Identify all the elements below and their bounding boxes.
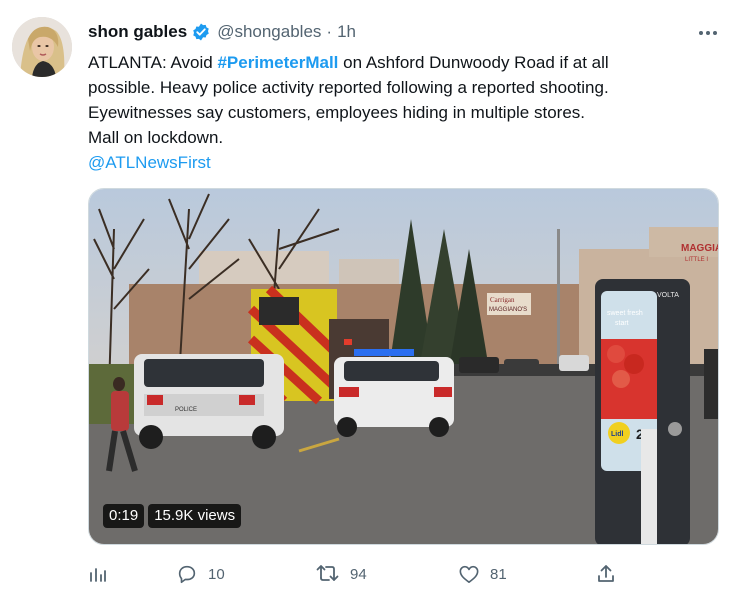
author-name[interactable]: shon gables (88, 22, 187, 42)
tweet-text-line-3: Eyewitnesses say customers, employees hi… (88, 103, 585, 122)
tweet-text: ATLANTA: Avoid #PerimeterMall on Ashford… (88, 50, 708, 175)
avatar[interactable] (12, 17, 72, 77)
tweet-text-line-2: possible. Heavy police activity reported… (88, 78, 609, 97)
mention-link[interactable]: @ATLNewsFirst (88, 150, 708, 175)
tweet-card[interactable]: shon gables @shongables · 1h ATLANTA: Av… (0, 0, 747, 593)
heart-icon (458, 564, 480, 584)
speech-bubble-icon (176, 563, 198, 585)
more-options-button[interactable] (694, 20, 722, 44)
retweet-count: 94 (350, 565, 367, 583)
tweet-text-suffix: on Ashford Dunwoody Road if at all (338, 53, 609, 72)
verified-badge-icon (191, 22, 211, 42)
video-frame: MAGGIA LITTLE I Carrigan MAGGIANO'S POLI… (89, 189, 719, 544)
video-duration: 0:19 (103, 504, 145, 528)
share-button[interactable] (596, 560, 616, 588)
separator-dot: · (326, 22, 333, 41)
video-player[interactable]: MAGGIA LITTLE I Carrigan MAGGIANO'S POLI… (88, 188, 719, 545)
like-button[interactable]: 81 (458, 560, 507, 588)
analytics-button[interactable] (88, 560, 108, 588)
kiosk-logo-text: Lidl (611, 431, 623, 438)
tweet-text-line-1: ATLANTA: Avoid #PerimeterMall on Ashford… (88, 50, 708, 75)
kiosk-brand-text: VOLTA (657, 292, 679, 299)
retweet-button[interactable]: 94 (316, 560, 367, 588)
tweet-header: shon gables @shongables · 1h (88, 20, 356, 44)
bar-chart-icon (88, 564, 108, 584)
video-badge: 0:19 15.9K views (103, 504, 242, 528)
like-count: 81 (490, 565, 507, 583)
kiosk-ad-text-2: start (615, 320, 629, 327)
reply-button[interactable]: 10 (176, 560, 225, 588)
kiosk-ad-text-1: sweet fresh (607, 310, 643, 317)
restaurant-sign-text: Carrigan (490, 296, 515, 304)
tweet-text-line-4: Mall on lockdown. (88, 128, 224, 147)
retweet-arrows-icon (316, 563, 340, 585)
video-views: 15.9K views (148, 504, 242, 528)
tweet-text-prefix: ATLANTA: Avoid (88, 53, 218, 72)
store-sign-subtext: LITTLE I (685, 257, 708, 263)
action-bar: 10 94 81 (88, 560, 628, 588)
restaurant-sign-subtext: MAGGIANO'S (489, 307, 527, 313)
share-upload-icon (596, 564, 616, 584)
tweet-timestamp[interactable]: 1h (337, 22, 356, 42)
author-handle[interactable]: @shongables (217, 22, 321, 42)
reply-count: 10 (208, 565, 225, 583)
store-sign-text: MAGGIA (681, 243, 719, 254)
hashtag-link[interactable]: #PerimeterMall (217, 53, 338, 72)
police-vehicle-text: POLICE (175, 407, 197, 413)
ellipsis-icon (698, 23, 718, 41)
